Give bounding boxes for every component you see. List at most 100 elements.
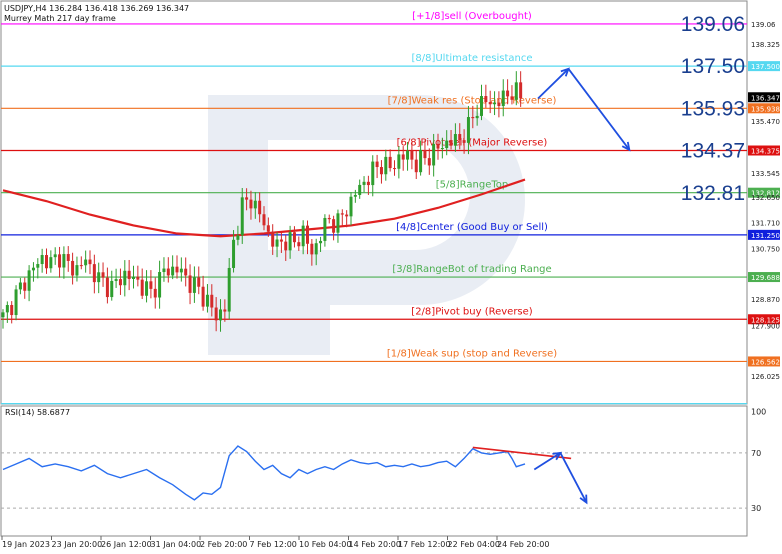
candle [192, 266, 196, 303]
candle-body [471, 117, 475, 119]
candle-body [53, 254, 57, 258]
candle-body [40, 255, 44, 265]
price-axis-tick: 138.325 [751, 41, 780, 49]
candle-body [245, 197, 249, 200]
candle-body [5, 305, 9, 313]
candle-body [414, 159, 418, 173]
candle-body [440, 148, 444, 150]
candle-body [497, 102, 501, 107]
candle [49, 250, 53, 273]
candle [501, 79, 505, 117]
candle [366, 175, 370, 195]
candle-body [419, 149, 423, 173]
candle-body [31, 267, 35, 271]
candle-body [349, 196, 353, 217]
candle [127, 259, 131, 291]
candle-body [136, 276, 140, 280]
candle [71, 252, 75, 285]
candle-body [110, 280, 114, 298]
candle-body [310, 243, 314, 255]
rsi-tick-label: 30 [751, 504, 761, 513]
candle-body [480, 96, 483, 116]
candle [292, 226, 296, 248]
candle-body [62, 254, 66, 268]
candle [480, 84, 483, 121]
price-tick-label: 135.938 [751, 105, 780, 113]
candle-body [519, 82, 523, 99]
candle-body [462, 140, 466, 143]
candle [75, 256, 79, 282]
candle-body [219, 309, 222, 321]
price-axis-tick: 128.870 [751, 296, 780, 304]
candle [393, 160, 396, 176]
rsi-tick-label: 70 [751, 449, 761, 458]
candle [166, 257, 170, 283]
candle-body [345, 214, 349, 217]
candle [414, 150, 418, 180]
date-tick-label: 24 Feb 20:00 [497, 540, 549, 549]
candle-body [314, 243, 318, 255]
level-value-label: 139.06 [681, 13, 745, 36]
price-axis-tick: 126.562 [748, 356, 780, 367]
candle-body [84, 259, 88, 266]
date-tick-label: 2 Feb 20:00 [200, 540, 247, 549]
candle [45, 248, 48, 274]
forecast-arrow-up [537, 68, 570, 100]
candle [201, 275, 205, 311]
candle-body [66, 254, 70, 261]
candle-body [332, 219, 336, 233]
price-tick-label: 127.900 [751, 322, 780, 330]
candle-body [449, 140, 453, 146]
candle [136, 265, 140, 287]
candle [162, 257, 166, 282]
candle-body [292, 232, 296, 243]
price-axis-tick: 135.470 [751, 118, 780, 126]
forecast-arrow-down [567, 68, 631, 151]
candle-body [388, 156, 392, 169]
symbol-header: USDJPY,H4 136.284 136.418 136.269 136.34… [4, 4, 189, 13]
date-tick-label: 14 Feb 20:00 [349, 540, 401, 549]
candle-body [253, 200, 257, 209]
candle-body [266, 225, 270, 232]
candle-body [232, 239, 236, 268]
candle-body [362, 181, 366, 185]
level-value-label: 137.50 [681, 55, 745, 78]
price-tick-label: 135.470 [751, 118, 780, 126]
price-tick-label: 129.688 [751, 274, 780, 282]
candle [149, 270, 153, 299]
candle-body [493, 102, 497, 105]
candle-body [340, 213, 344, 215]
candle-body [275, 239, 279, 247]
price-tick-label: 128.870 [751, 296, 780, 304]
candle [184, 257, 188, 287]
price-axis-tick: 135.938 [748, 103, 780, 114]
candle [58, 246, 62, 278]
candle-body [249, 199, 253, 209]
candle-body [101, 272, 105, 278]
price-axis-tick: 130.750 [751, 245, 780, 253]
candle-body [506, 90, 510, 97]
murrey-level-label: [1/8]Weak sup (stop and Reverse) [387, 348, 557, 359]
candle-body [258, 200, 262, 215]
candle-body [366, 181, 370, 186]
price-tick-label: 126.562 [751, 358, 780, 366]
candle-body [240, 197, 244, 236]
rsi-pane [0, 405, 748, 537]
candle-body [501, 90, 505, 107]
candle-body [393, 168, 396, 170]
level-value-label: 134.37 [681, 140, 745, 163]
candle-body [379, 167, 383, 175]
candle-body [319, 240, 323, 244]
price-tick-label: 130.750 [751, 245, 780, 253]
price-axis-tick: 126.025 [751, 373, 780, 381]
candle-body [236, 235, 240, 240]
candle-body [153, 288, 157, 298]
candle [427, 148, 431, 175]
candle-body [123, 270, 127, 286]
candle [66, 246, 70, 272]
candle [84, 250, 88, 273]
candle [371, 155, 375, 197]
candle-body [262, 214, 266, 226]
candle [397, 146, 401, 179]
date-tick-label: 23 Jan 20:00 [52, 540, 103, 549]
